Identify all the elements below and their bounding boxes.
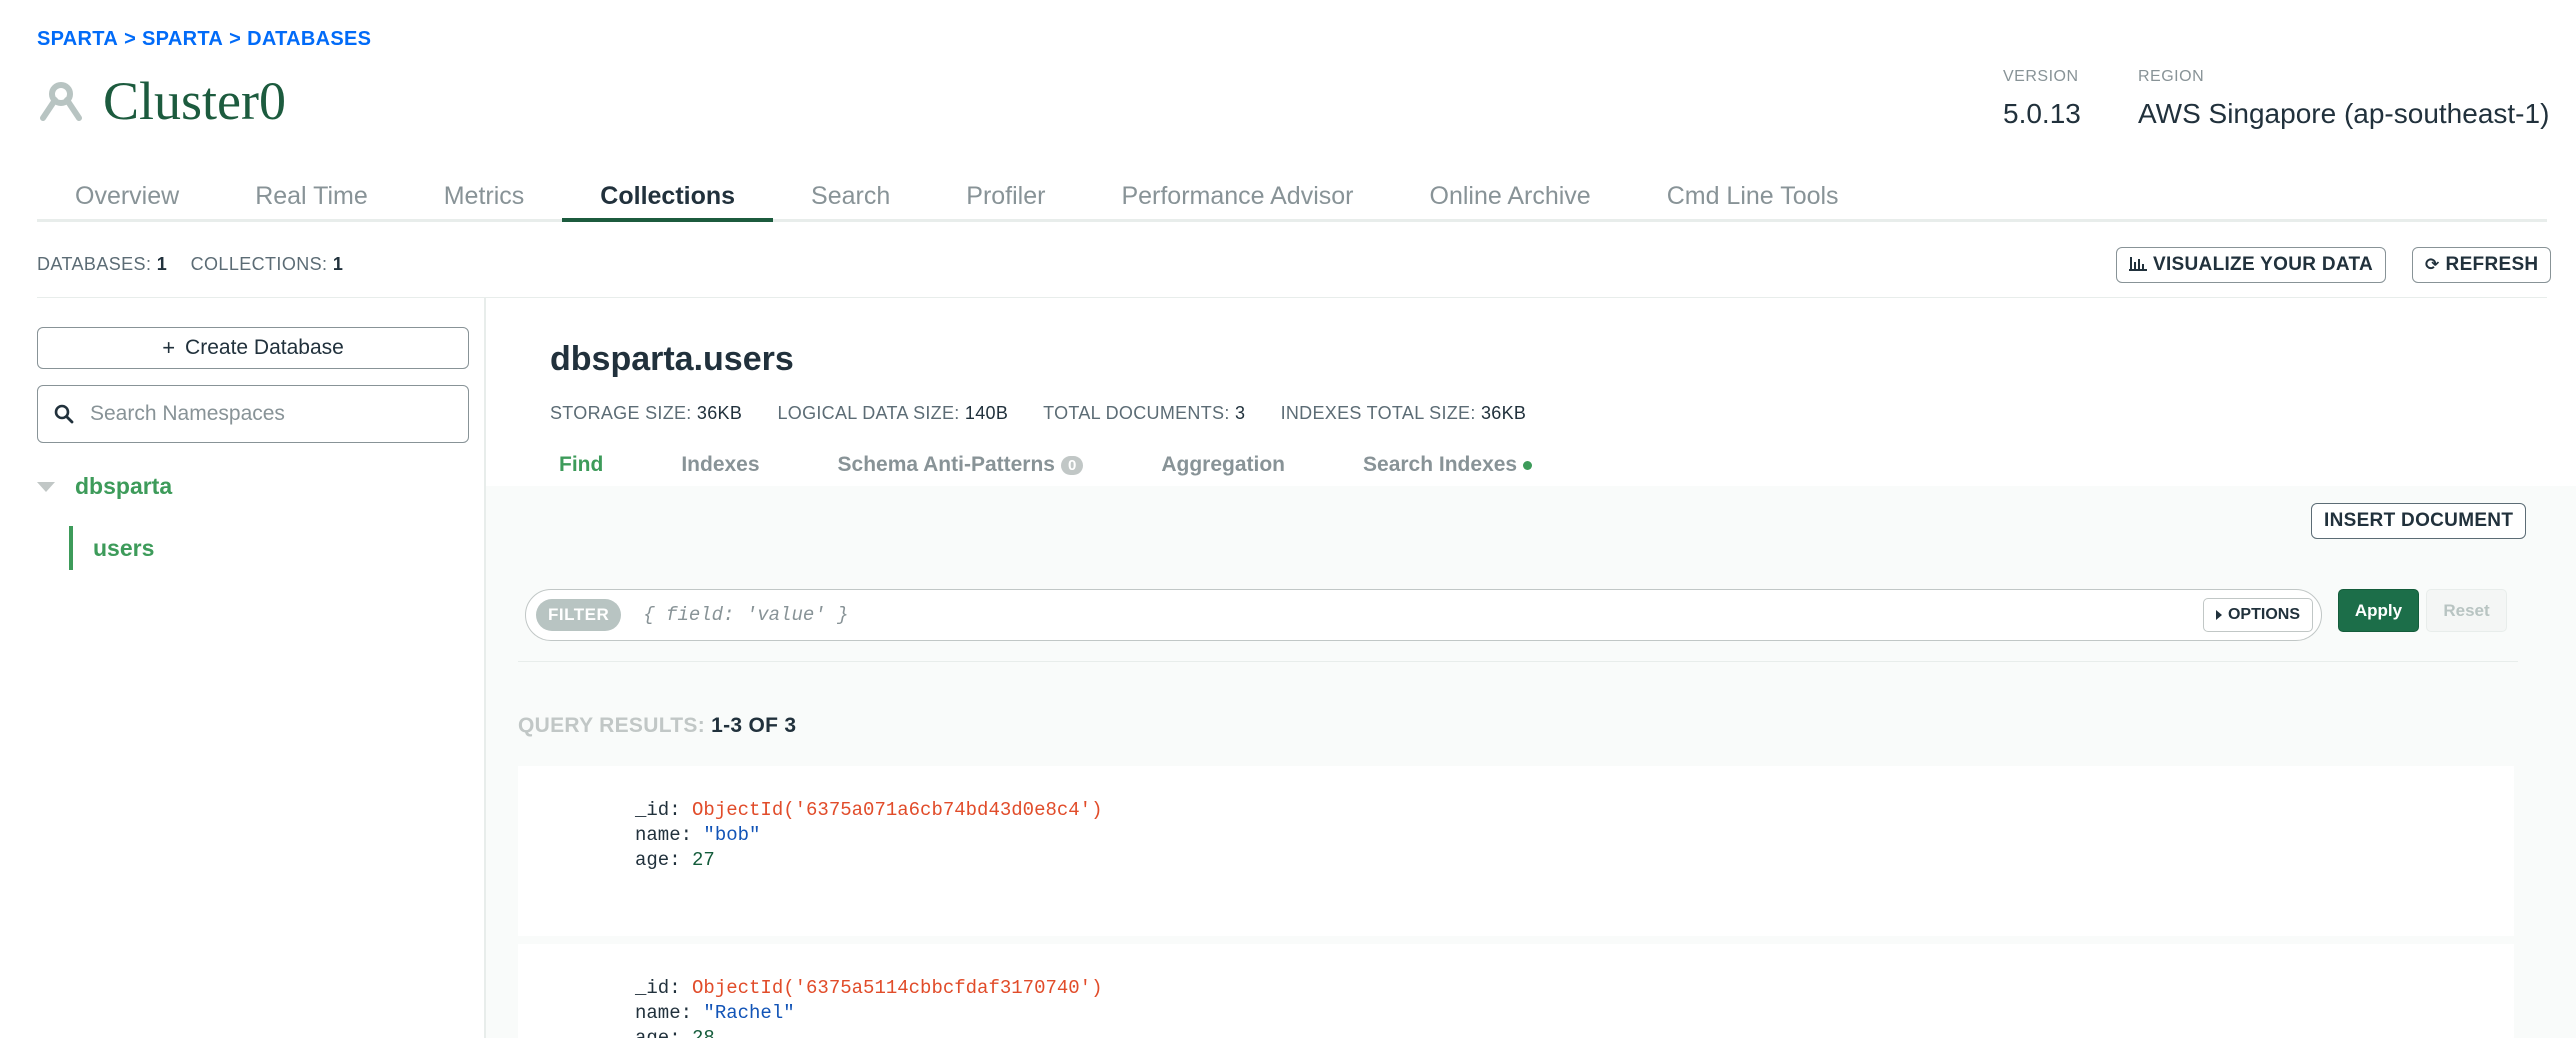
caret-right-icon (2215, 610, 2222, 620)
tab-collections[interactable]: Collections (562, 170, 774, 222)
document-field-age: age: 27 (635, 849, 715, 871)
collection-name: users (93, 534, 155, 561)
logical-size: 140B (964, 403, 1009, 423)
schema-count-badge: 0 (1061, 455, 1084, 475)
refresh-label: REFRESH (2445, 254, 2539, 275)
cluster-icon (40, 82, 82, 121)
tab-find[interactable]: Find (520, 453, 642, 477)
database-name: dbsparta (75, 473, 173, 499)
document-field-id: _id: ObjectId('6375a5114cbbcfdaf3170740'… (635, 977, 1103, 999)
version-label: VERSION (2003, 68, 2079, 85)
cluster-tabs: Overview Real Time Metrics Collections S… (37, 170, 2547, 222)
insert-document-button[interactable]: INSERT DOCUMENT (2311, 503, 2527, 539)
search-icon (54, 404, 74, 424)
divider (37, 297, 2547, 298)
create-database-label: Create Database (185, 336, 344, 359)
tab-online-archive[interactable]: Online Archive (1392, 170, 1629, 222)
namespace-title: dbsparta.users (550, 340, 794, 378)
tab-find-label: Find (559, 453, 604, 476)
databases-count-label: DATABASES: (37, 254, 152, 274)
tab-indexes[interactable]: Indexes (642, 453, 798, 477)
region-block: REGION AWS Singapore (ap-southeast-1) (2138, 68, 2549, 130)
version-value: 5.0.13 (2003, 98, 2081, 129)
tab-search-indexes-label: Search Indexes (1363, 453, 1518, 476)
filter-bar: FILTER OPTIONS (525, 589, 2322, 641)
breadcrumb-separator: > (229, 28, 242, 50)
tab-metrics[interactable]: Metrics (406, 170, 563, 222)
tab-profiler[interactable]: Profiler (928, 170, 1083, 222)
refresh-button[interactable]: ⟳ REFRESH (2412, 247, 2552, 283)
logical-size-label: LOGICAL DATA SIZE: (777, 403, 960, 423)
total-documents-label: TOTAL DOCUMENTS: (1043, 403, 1230, 423)
options-label: OPTIONS (2227, 606, 2300, 623)
document-field-id: _id: ObjectId('6375a071a6cb74bd43d0e8c4'… (635, 799, 1103, 821)
filter-input[interactable] (643, 604, 2044, 626)
tab-cmd-line-tools[interactable]: Cmd Line Tools (1629, 170, 1877, 222)
apply-button[interactable]: Apply (2338, 589, 2419, 632)
visualize-data-label: VISUALIZE YOUR DATA (2153, 254, 2373, 275)
namespace-stats: STORAGE SIZE: 36KB LOGICAL DATA SIZE: 14… (550, 403, 1556, 424)
collection-subtabs: Find Indexes Schema Anti-Patterns 0 Aggre… (520, 448, 1571, 482)
document-card[interactable]: _id: ObjectId('6375a071a6cb74bd43d0e8c4'… (518, 766, 2514, 936)
divider (518, 661, 2518, 662)
sidebar-item-dbsparta[interactable]: dbsparta (37, 473, 172, 500)
collections-count: 1 (332, 254, 344, 274)
plus-icon: + (162, 335, 176, 360)
cluster-title: Cluster0 (103, 71, 286, 131)
tab-overview[interactable]: Overview (37, 170, 217, 222)
query-results-text: QUERY RESULTS: (518, 714, 705, 737)
indexes-size-label: INDEXES TOTAL SIZE: (1280, 403, 1476, 423)
document-field-age: age: 28 (635, 1027, 715, 1038)
breadcrumb: SPARTA > SPARTA > DATABASES (37, 28, 371, 51)
indexes-size: 36KB (1480, 403, 1527, 423)
search-namespaces-field (37, 385, 469, 443)
reset-button[interactable]: Reset (2426, 589, 2507, 632)
total-documents: 3 (1234, 403, 1246, 423)
visualize-data-button[interactable]: VISUALIZE YOUR DATA (2116, 247, 2386, 283)
query-results-label: QUERY RESULTS: 1-3 OF 3 (518, 714, 796, 738)
breadcrumb-separator: > (124, 28, 137, 50)
tab-search[interactable]: Search (773, 170, 928, 222)
db-collection-counts: DATABASES: 1 COLLECTIONS: 1 (37, 254, 361, 275)
sidebar-item-users[interactable]: users (69, 526, 154, 570)
tab-aggregation-label: Aggregation (1161, 453, 1286, 476)
tab-search-indexes[interactable]: Search Indexes (1324, 453, 1571, 477)
document-field-name: name: "bob" (635, 824, 761, 846)
caret-down-icon[interactable] (37, 481, 55, 492)
storage-size: 36KB (696, 403, 743, 423)
filter-pill: FILTER (536, 599, 622, 631)
breadcrumb-project[interactable]: SPARTA (142, 28, 223, 50)
refresh-icon: ⟳ (2425, 255, 2440, 274)
document-field-name: name: "Rachel" (635, 1002, 795, 1024)
tab-performance-advisor[interactable]: Performance Advisor (1083, 170, 1391, 222)
create-database-button[interactable]: + Create Database (37, 327, 469, 369)
status-dot-icon (1523, 460, 1533, 470)
tab-schema-anti-patterns[interactable]: Schema Anti-Patterns 0 (799, 453, 1123, 477)
databases-count: 1 (156, 254, 168, 274)
bar-chart-icon (2129, 255, 2147, 276)
tab-real-time[interactable]: Real Time (217, 170, 406, 222)
tab-schema-label: Schema Anti-Patterns (837, 453, 1055, 476)
tab-indexes-label: Indexes (681, 453, 760, 476)
breadcrumb-org[interactable]: SPARTA (37, 28, 118, 50)
collections-count-label: COLLECTIONS: (190, 254, 328, 274)
version-block: VERSION 5.0.13 (2003, 68, 2081, 130)
options-button[interactable]: OPTIONS (2202, 598, 2313, 632)
document-card[interactable]: _id: ObjectId('6375a5114cbbcfdaf3170740'… (518, 944, 2514, 1038)
tab-aggregation[interactable]: Aggregation (1122, 453, 1324, 477)
search-namespaces-input[interactable] (90, 402, 450, 426)
storage-size-label: STORAGE SIZE: (550, 403, 692, 423)
region-label: REGION (2138, 68, 2205, 85)
breadcrumb-page[interactable]: DATABASES (247, 28, 371, 50)
region-value: AWS Singapore (ap-southeast-1) (2138, 98, 2550, 129)
query-results-range: 1-3 OF 3 (711, 714, 797, 737)
